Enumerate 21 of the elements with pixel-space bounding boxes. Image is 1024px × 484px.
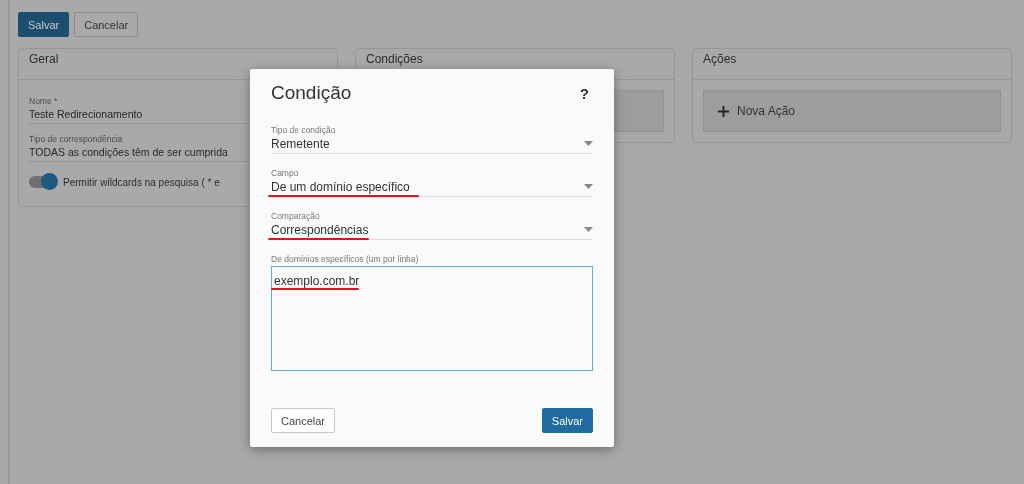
save-button[interactable]: Salvar	[541, 408, 593, 433]
save-button[interactable]: Salvar	[18, 12, 70, 37]
add-button[interactable]: Nova Ação	[703, 90, 1001, 132]
textarea-value: exemplo.com.br	[274, 274, 360, 288]
cancel-button[interactable]: Cancelar	[74, 12, 139, 37]
toggle-switch[interactable]	[29, 176, 57, 188]
caret-icon	[584, 141, 593, 146]
plus-icon	[718, 105, 729, 117]
select-field[interactable]: Campo De um domínio específico	[271, 168, 593, 197]
card-title: Geral	[29, 53, 59, 65]
card-title: Condições	[366, 53, 423, 65]
textarea-label: De domínios específicos (um por linha)	[271, 254, 420, 264]
cancel-button[interactable]: Cancelar	[271, 408, 336, 433]
caret-icon	[584, 184, 593, 189]
toggle-label: Permitir wildcards na pesquisa ( * e	[63, 176, 220, 188]
card-title: Ações	[703, 53, 737, 65]
caret-icon	[584, 227, 593, 232]
select-field[interactable]: Tipo de condição Remetente	[271, 125, 593, 154]
select-field[interactable]: Comparação Correspondências	[271, 211, 593, 240]
help-button[interactable]: ?	[579, 84, 589, 102]
textarea-field[interactable]: exemplo.com.br	[271, 266, 593, 371]
